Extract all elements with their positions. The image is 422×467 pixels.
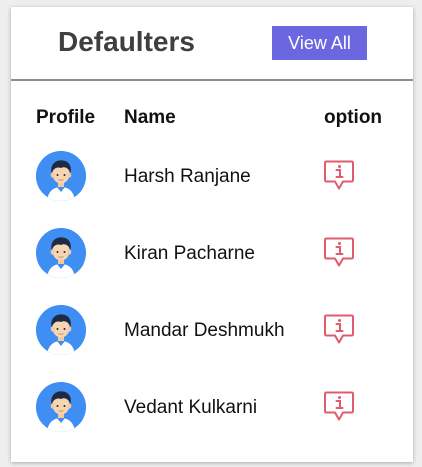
user-avatar-icon — [36, 305, 86, 355]
defaulter-name: Harsh Ranjane — [124, 166, 251, 187]
defaulter-name: Kiran Pacharne — [124, 243, 255, 264]
defaulters-card: Defaulters View All Profile Name option … — [11, 7, 413, 462]
list-item: Mandar Deshmukh — [11, 305, 413, 365]
info-message-icon[interactable] — [323, 313, 355, 347]
view-all-button[interactable]: View All — [272, 26, 367, 60]
list-item: Harsh Ranjane — [11, 151, 413, 211]
user-avatar-icon — [36, 382, 86, 432]
card-title: Defaulters — [58, 26, 195, 57]
column-header-name: Name — [124, 107, 176, 128]
column-header-profile: Profile — [36, 107, 96, 128]
defaulter-name: Mandar Deshmukh — [124, 320, 285, 341]
list-item: Kiran Pacharne — [11, 228, 413, 288]
defaulter-name: Vedant Kulkarni — [124, 397, 258, 418]
info-message-icon[interactable] — [323, 159, 355, 193]
column-header-option: option — [324, 107, 383, 128]
list-item: Vedant Kulkarni — [11, 382, 413, 442]
user-avatar-icon — [36, 151, 86, 201]
info-message-icon[interactable] — [323, 390, 355, 424]
card-header: Defaulters View All — [11, 7, 413, 81]
info-message-icon[interactable] — [323, 236, 355, 270]
user-avatar-icon — [36, 228, 86, 278]
